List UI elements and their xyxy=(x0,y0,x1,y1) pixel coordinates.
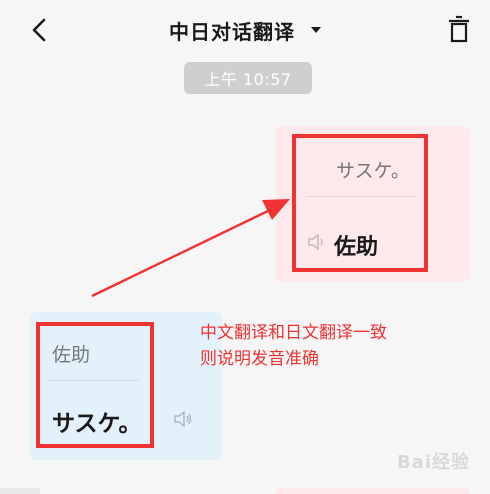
top-bar: 中日对话翻译 xyxy=(0,0,490,60)
highlight-box xyxy=(292,134,428,272)
annotation-note: 中文翻译和日文翻译一致 则说明发音准确 xyxy=(200,320,450,372)
page-title: 中日对话翻译 xyxy=(169,19,295,44)
watermark: Bai经验 xyxy=(396,452,470,473)
back-chevron-icon[interactable] xyxy=(28,16,52,44)
next-message-peek xyxy=(276,488,470,494)
timestamp-badge: 上午 10:57 xyxy=(184,62,312,94)
next-message-peek xyxy=(0,488,40,494)
speaker-icon[interactable] xyxy=(174,411,192,427)
annotation-line: 中文翻译和日文翻译一致 xyxy=(200,323,387,343)
highlight-box xyxy=(36,322,154,448)
trash-icon[interactable] xyxy=(448,15,470,43)
annotation-line: 则说明发音准确 xyxy=(200,349,319,369)
caret-down-icon xyxy=(311,27,321,33)
title-dropdown[interactable]: 中日对话翻译 xyxy=(169,16,321,45)
